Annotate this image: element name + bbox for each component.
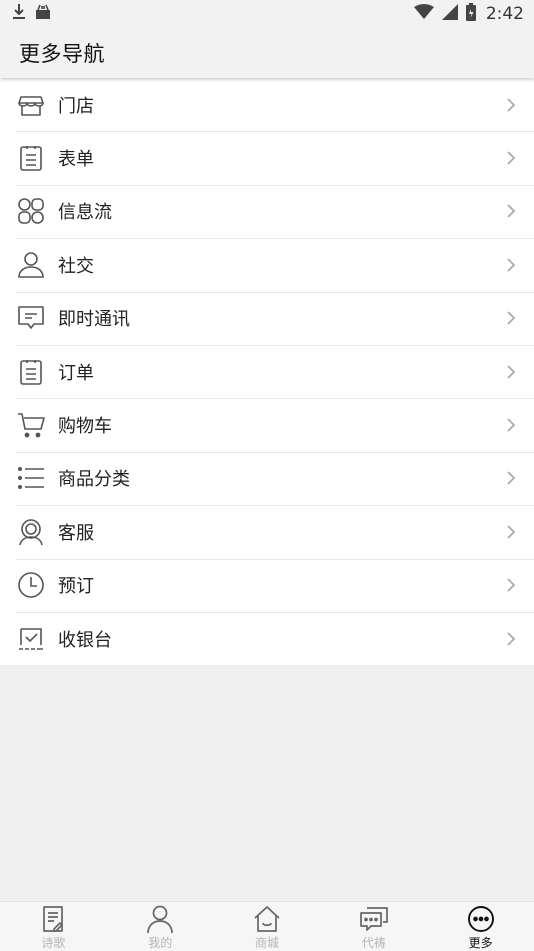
- download-icon: [12, 3, 26, 25]
- tab-label: 我的: [148, 936, 173, 950]
- menu-item-store[interactable]: 门店: [0, 78, 534, 131]
- order-list-icon: [16, 357, 46, 387]
- menu-item-label: 社交: [58, 255, 94, 277]
- clock-icon: [16, 570, 46, 600]
- home-icon: [254, 906, 280, 932]
- chevron-right-icon: [507, 631, 516, 646]
- store-notification-icon: [34, 3, 52, 25]
- clipboard-icon: [16, 143, 46, 173]
- chevron-right-icon: [507, 418, 516, 432]
- menu-item-shopping-cart[interactable]: 购物车: [0, 398, 534, 451]
- menu-item-label: 信息流: [58, 202, 112, 224]
- signal-icon: [441, 4, 458, 24]
- chevron-right-icon: [507, 311, 516, 325]
- status-bar: 2:42: [0, 0, 534, 28]
- tab-mall[interactable]: 商城: [214, 902, 321, 951]
- chevron-right-icon: [507, 525, 516, 539]
- menu-item-customer-service[interactable]: 客服: [0, 505, 534, 558]
- cart-icon: [16, 410, 46, 440]
- menu-item-label: 门店: [58, 95, 94, 117]
- document-edit-icon: [43, 906, 64, 932]
- menu-item-feed[interactable]: 信息流: [0, 184, 534, 238]
- wifi-icon: [413, 4, 434, 24]
- store-icon: [16, 90, 46, 120]
- tab-label: 代祷: [361, 936, 386, 950]
- tab-mine[interactable]: 我的: [107, 902, 214, 951]
- menu-item-label: 即时通讯: [58, 309, 130, 331]
- header-bar: 更多导航: [0, 28, 534, 78]
- tab-label: 诗歌: [41, 936, 66, 950]
- clover-icon: [16, 196, 46, 226]
- menu-item-reservation[interactable]: 预订: [0, 558, 534, 612]
- chat-icon: [359, 907, 388, 931]
- user-icon: [16, 250, 46, 280]
- more-icon: [467, 906, 494, 932]
- tab-more[interactable]: 更多: [427, 902, 534, 951]
- chat-bubble-icon: [16, 303, 46, 333]
- menu-item-label: 预订: [58, 576, 94, 598]
- menu-item-label: 商品分类: [58, 469, 130, 491]
- menu-item-label: 表单: [58, 149, 94, 171]
- chevron-right-icon: [507, 98, 516, 112]
- menu-item-label: 客服: [58, 522, 94, 544]
- chevron-right-icon: [507, 471, 516, 486]
- tab-poetry[interactable]: 诗歌: [0, 902, 107, 951]
- chevron-right-icon: [507, 578, 516, 592]
- menu-item-instant-messaging[interactable]: 即时通讯: [0, 291, 534, 345]
- chevron-right-icon: [507, 151, 516, 165]
- tab-label: 商城: [254, 936, 279, 950]
- page-title: 更多导航: [19, 42, 105, 66]
- menu-item-form[interactable]: 表单: [0, 131, 534, 184]
- bottom-tab-bar: 诗歌 我的 商城 代祷 更多: [0, 901, 534, 951]
- menu-item-label: 收银台: [58, 629, 112, 651]
- menu-item-cashier[interactable]: 收银台: [0, 611, 534, 665]
- menu-item-label: 订单: [58, 362, 94, 384]
- category-list-icon: [16, 463, 46, 493]
- customer-service-icon: [16, 517, 46, 547]
- person-icon: [147, 905, 174, 933]
- menu-item-label: 购物车: [58, 416, 112, 438]
- more-navigation-list: 门店 表单 信息流 社交 即时通讯 订单 购物车 商品分类 客服 预订 收银台: [0, 78, 534, 666]
- menu-item-product-category[interactable]: 商品分类: [0, 451, 534, 505]
- chevron-right-icon: [507, 365, 516, 379]
- status-time: 2:42: [485, 4, 524, 24]
- menu-item-order[interactable]: 订单: [0, 344, 534, 398]
- tab-label: 更多: [468, 936, 493, 950]
- battery-icon: [465, 3, 476, 25]
- chevron-right-icon: [507, 258, 516, 272]
- cashier-icon: [16, 624, 46, 654]
- tab-intercession[interactable]: 代祷: [320, 902, 427, 951]
- menu-item-social[interactable]: 社交: [0, 238, 534, 291]
- chevron-right-icon: [507, 204, 516, 219]
